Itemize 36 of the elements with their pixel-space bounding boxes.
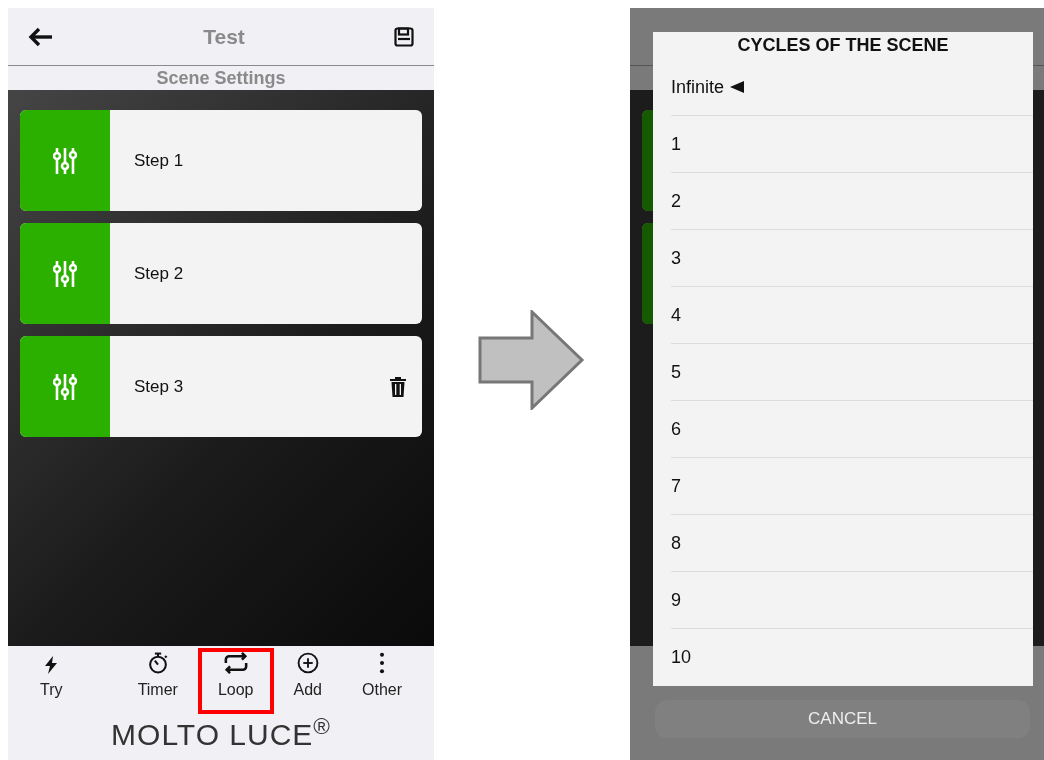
step-card[interactable]: Step 2 (20, 223, 422, 324)
right-arrow-icon (478, 310, 586, 410)
trash-icon[interactable] (390, 376, 406, 397)
toolbar-button[interactable]: Other (342, 648, 422, 714)
screen-title: Test (203, 23, 245, 50)
bolt-icon (44, 656, 59, 674)
cycle-option[interactable]: 8 (671, 515, 1033, 572)
brand-logo: MOLTO LUCE$^{®}$ (111, 720, 331, 750)
cycle-option[interactable]: 1 (671, 116, 1033, 173)
cycle-option[interactable]: 4 (671, 287, 1033, 344)
save-icon[interactable] (394, 26, 414, 47)
cycle-option[interactable]: Infinite (671, 59, 1033, 116)
dialog-title: CYCLES OF THE SCENE (737, 34, 949, 57)
selected-marker-icon (730, 81, 745, 93)
toolbar-button[interactable]: Add (273, 648, 342, 714)
step-card[interactable]: Step 1 (20, 110, 422, 211)
cycle-option[interactable]: 5 (671, 344, 1033, 401)
step-card[interactable]: Step 3 (20, 336, 422, 437)
cycle-option[interactable]: 6 (671, 401, 1033, 458)
toolbar-button[interactable]: Try (20, 648, 83, 714)
section-subtitle: Scene Settings (156, 66, 286, 90)
toolbar-button[interactable]: Timer (117, 648, 198, 714)
cycle-option[interactable]: 2 (671, 173, 1033, 230)
cycle-option[interactable]: 3 (671, 230, 1033, 287)
back-arrow-icon[interactable] (28, 26, 54, 47)
cycle-option[interactable]: 9 (671, 572, 1033, 629)
cycle-option[interactable]: 7 (671, 458, 1033, 515)
cycle-option[interactable]: 10 (671, 629, 1033, 686)
step-label: Step 1 (134, 149, 185, 172)
sliders-icon (53, 371, 77, 402)
more-icon (379, 652, 385, 674)
toolbar-button[interactable]: Loop (197, 648, 274, 714)
sliders-icon (53, 258, 77, 289)
sliders-icon (53, 145, 77, 176)
step-label: Step 3 (134, 375, 185, 398)
step-label: Step 2 (134, 262, 185, 285)
